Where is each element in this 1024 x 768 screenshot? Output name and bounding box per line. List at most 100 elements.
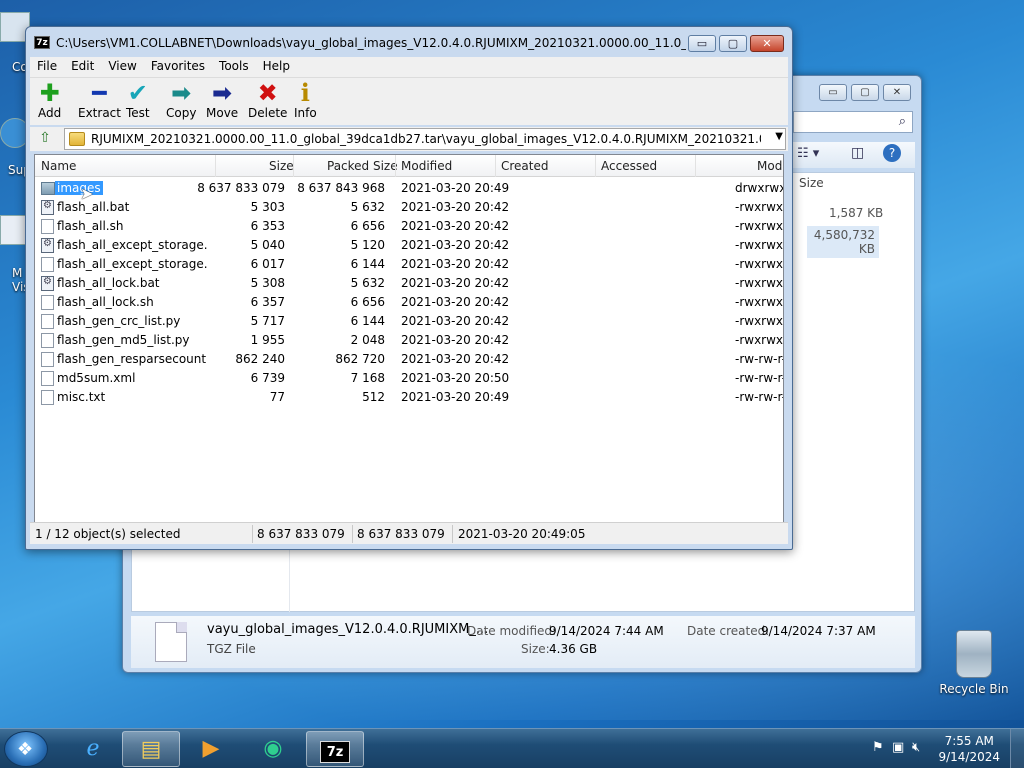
minimize-button[interactable]: ▭ bbox=[688, 35, 716, 52]
delete-label: Delete bbox=[248, 106, 288, 120]
file-mode: -rwxrwxr- bbox=[735, 333, 784, 347]
table-row[interactable]: flash_gen_crc_list.py 5 717 6 144 2021-03-2… bbox=[35, 312, 783, 331]
maximize-button[interactable]: ▢ bbox=[719, 35, 747, 52]
taskbar-app[interactable]: ◉ bbox=[244, 731, 302, 767]
view-options-icon[interactable]: ☷ ▾ bbox=[797, 146, 819, 161]
menu-edit[interactable]: Edit bbox=[64, 57, 101, 77]
explorer-close-button[interactable]: ✕ bbox=[883, 84, 911, 101]
chevron-down-icon[interactable]: ▼ bbox=[775, 131, 783, 142]
file-list[interactable]: Name Size Packed Size Modified Created A… bbox=[34, 154, 784, 544]
close-button[interactable]: ✕ bbox=[750, 35, 784, 52]
explorer-window-controls: ▭ ▢ ✕ bbox=[819, 84, 911, 101]
table-row[interactable]: flash_all.bat5 3035 6322021-03-20 20:42-… bbox=[35, 198, 783, 217]
copy-button[interactable]: ➡ Copy bbox=[166, 80, 196, 120]
file-modified: 2021-03-20 20:42 bbox=[401, 276, 510, 290]
delete-button[interactable]: ✖ Delete bbox=[248, 80, 287, 120]
taskbar-media-player[interactable]: ▶ bbox=[182, 731, 240, 767]
menu-favorites[interactable]: Favorites bbox=[144, 57, 212, 77]
file-thumbnail-icon bbox=[155, 622, 187, 662]
folder-icon bbox=[69, 132, 85, 146]
column-separator[interactable] bbox=[293, 155, 294, 177]
table-row[interactable]: flash_all_lock.bat 5 308 5 632 2021-03-20 2… bbox=[35, 274, 783, 293]
file-name: misc.txt bbox=[57, 390, 106, 404]
explorer-size-header[interactable]: Size bbox=[799, 176, 824, 190]
preview-pane-icon[interactable]: ◫ bbox=[851, 145, 864, 161]
column-separator[interactable] bbox=[215, 155, 216, 177]
column-separator[interactable] bbox=[595, 155, 596, 177]
table-row[interactable]: flash_all.sh 6 353 6 656 2021-03-20 20:42 -r… bbox=[35, 217, 784, 236]
column-header-packed-size[interactable]: Packed Size bbox=[327, 159, 398, 173]
volume-muted-icon[interactable]: 🔇︎ bbox=[912, 740, 920, 755]
file-modified: 2021-03-20 20:42 bbox=[401, 200, 510, 214]
test-button[interactable]: ✔ Test bbox=[126, 80, 150, 120]
move-arrow-icon: ➡ bbox=[212, 79, 233, 107]
explorer-details-pane: vayu_global_images_V12.0.4.0.RJUMIXM_...… bbox=[131, 616, 915, 668]
desktop-icon-recycle-bin[interactable]: Recycle Bin bbox=[938, 630, 1010, 696]
table-row[interactable]: flash_gen_md5_list.py 1 955 2 048 2021-03-2… bbox=[35, 331, 784, 350]
path-field[interactable]: RJUMIXM_20210321.0000.00_11.0_global_39d… bbox=[64, 128, 786, 150]
explorer-size-value: 1,587 KB bbox=[829, 206, 884, 220]
explorer-maximize-button[interactable]: ▢ bbox=[851, 84, 879, 101]
title-bar[interactable]: 7z C:\Users\VM1.COLLABNET\Downloads\vayu… bbox=[26, 27, 792, 57]
up-folder-icon[interactable]: ⇧ bbox=[34, 130, 56, 148]
column-separator[interactable] bbox=[395, 155, 396, 177]
column-header-mode[interactable]: Mod bbox=[757, 159, 782, 173]
table-row[interactable]: flash_gen_resparsecount 862 240 862 720 202… bbox=[35, 350, 783, 369]
menu-bar: File Edit View Favorites Tools Help bbox=[30, 57, 788, 77]
menu-view[interactable]: View bbox=[101, 57, 143, 77]
details-date-created-value: 9/14/2024 7:37 AM bbox=[761, 624, 876, 638]
taskbar-7zip[interactable]: 7z bbox=[306, 731, 364, 767]
copy-label: Copy bbox=[166, 106, 197, 120]
file-size: 862 240 bbox=[235, 352, 285, 366]
media-player-icon: ▶ bbox=[202, 736, 220, 761]
table-row[interactable]: flash_all_except_storage... 6 017 6 144 202… bbox=[35, 255, 783, 274]
table-row[interactable]: md5sum.xml 6 739 7 168 2021-03-20 20:50 -rw-… bbox=[35, 369, 783, 388]
file-modified: 2021-03-20 20:42 bbox=[401, 238, 510, 252]
column-separator[interactable] bbox=[495, 155, 496, 177]
flag-icon[interactable]: ⚑ bbox=[872, 740, 884, 755]
search-icon[interactable]: ⌕ bbox=[899, 114, 906, 129]
clock-time: 7:55 AM bbox=[944, 734, 994, 748]
column-header-created[interactable]: Created bbox=[501, 159, 549, 173]
column-header-modified[interactable]: Modified bbox=[401, 159, 452, 173]
file-mode: -rwxrwxr- bbox=[735, 219, 784, 233]
file-icon bbox=[41, 257, 54, 272]
file-size: 6 357 bbox=[250, 295, 285, 309]
add-button[interactable]: ✚ Add bbox=[38, 80, 61, 120]
file-name: flash_all_except_storage... bbox=[57, 238, 207, 252]
network-icon[interactable]: ▣ bbox=[892, 740, 904, 755]
start-button[interactable]: ❖ bbox=[4, 731, 48, 767]
info-button[interactable]: i Info bbox=[294, 80, 317, 121]
table-row[interactable]: flash_all_lock.sh 6 357 6 656 2021-03-20 20… bbox=[35, 293, 783, 312]
taskbar-internet-explorer[interactable]: ℯ bbox=[64, 731, 122, 767]
table-row[interactable]: flash_all_except_storage... 5 040 5 120 202… bbox=[35, 236, 783, 255]
file-name: flash_all_except_storage... bbox=[57, 257, 207, 271]
menu-file[interactable]: File bbox=[30, 57, 64, 77]
7zip-app-icon: 7z bbox=[34, 36, 50, 49]
explorer-search-box[interactable]: ⌕ bbox=[793, 111, 913, 133]
column-separator[interactable] bbox=[695, 155, 696, 177]
plus-icon: ✚ bbox=[39, 79, 60, 107]
file-name: flash_gen_resparsecount bbox=[57, 352, 207, 366]
taskbar-file-explorer[interactable]: ▤ bbox=[122, 731, 180, 767]
file-modified: 2021-03-20 20:42 bbox=[401, 333, 510, 347]
menu-tools[interactable]: Tools bbox=[212, 57, 256, 77]
file-name: md5sum.xml bbox=[57, 371, 136, 385]
clock[interactable]: 7:55 AM 9/14/2024 bbox=[938, 733, 1000, 765]
show-desktop-button[interactable] bbox=[1010, 729, 1024, 768]
file-packed-size: 6 144 bbox=[350, 314, 385, 328]
explorer-minimize-button[interactable]: ▭ bbox=[819, 84, 847, 101]
table-row[interactable]: images 8 637 833 079 8 637 843 968 2021-03-… bbox=[35, 179, 783, 198]
menu-help[interactable]: Help bbox=[256, 57, 297, 77]
extract-button[interactable]: ━ Extract bbox=[78, 80, 121, 120]
move-button[interactable]: ➡ Move bbox=[206, 80, 238, 120]
details-file-type: TGZ File bbox=[207, 642, 256, 656]
status-divider bbox=[452, 525, 453, 543]
add-label: Add bbox=[38, 106, 62, 120]
column-header-size[interactable]: Size bbox=[269, 159, 294, 173]
7zip-window[interactable]: 7z C:\Users\VM1.COLLABNET\Downloads\vayu… bbox=[25, 26, 793, 550]
column-header-name[interactable]: Name bbox=[41, 159, 76, 173]
table-row[interactable]: misc.txt 77 512 2021-03-20 20:49 -rw-rw-r- bbox=[35, 388, 783, 407]
help-icon[interactable]: ? bbox=[883, 144, 901, 162]
column-header-accessed[interactable]: Accessed bbox=[601, 159, 657, 173]
